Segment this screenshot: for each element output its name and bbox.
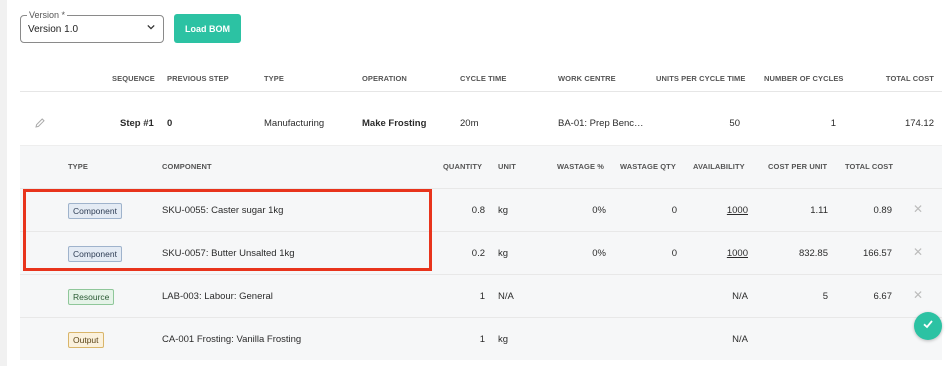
component-name: LAB-003: Labour: General xyxy=(162,291,273,302)
component-wastage-pct: 0% xyxy=(592,248,606,259)
step-units-per-cycle-time: 50 xyxy=(729,118,740,129)
component-wastage-pct: 0% xyxy=(592,205,606,216)
component-total-cost: 166.57 xyxy=(862,248,892,259)
component-wastage-qty: 0 xyxy=(671,205,677,216)
availability-link[interactable]: 1000 xyxy=(700,248,748,259)
step-type: Manufacturing xyxy=(264,118,325,129)
component-quantity: 0.8 xyxy=(471,205,485,216)
check-icon xyxy=(922,317,934,335)
col-number-of-cycles: NUMBER OF CYCLES xyxy=(764,74,844,83)
left-rail xyxy=(0,0,7,366)
component-row[interactable]: Resource LAB-003: Labour: General 1 N/A … xyxy=(20,274,942,317)
type-badge: Output xyxy=(68,332,104,348)
component-unit: kg xyxy=(498,334,509,345)
col-work-centre: WORK CENTRE xyxy=(558,74,616,83)
comp-col-wastage-qty: WASTAGE QTY xyxy=(620,162,676,171)
component-unit: N/A xyxy=(498,291,514,302)
comp-col-unit: UNIT xyxy=(498,162,516,171)
close-icon[interactable]: ✕ xyxy=(913,288,923,302)
component-row[interactable]: Output CA-001 Frosting: Vanilla Frosting… xyxy=(20,317,942,360)
pencil-icon[interactable] xyxy=(34,116,46,134)
load-bom-button[interactable]: Load BOM xyxy=(174,14,241,43)
component-quantity: 1 xyxy=(479,334,485,345)
component-cost-per-unit: 832.85 xyxy=(798,248,828,259)
component-total-cost: 6.67 xyxy=(873,291,893,302)
component-quantity: 0.2 xyxy=(471,248,485,259)
comp-col-type: TYPE xyxy=(68,162,88,171)
col-cycle-time: CYCLE TIME xyxy=(460,74,507,83)
step-operation: Make Frosting xyxy=(362,118,427,129)
step-previous-step: 0 xyxy=(167,118,173,129)
component-cost-per-unit: 5 xyxy=(822,291,828,302)
version-value: Version 1.0 xyxy=(28,24,79,35)
col-total-cost: TOTAL COST xyxy=(885,74,934,83)
col-sequence: SEQUENCE xyxy=(112,74,155,83)
availability-link[interactable]: 1000 xyxy=(700,205,748,216)
col-type: TYPE xyxy=(264,74,284,83)
component-header: TYPE COMPONENT QUANTITY UNIT WASTAGE % W… xyxy=(20,146,942,188)
comp-col-quantity: QUANTITY xyxy=(443,162,483,171)
col-previous-step: PREVIOUS STEP xyxy=(167,74,229,83)
component-unit: kg xyxy=(498,205,509,216)
component-total-cost: 0.89 xyxy=(873,205,893,216)
confirm-button[interactable] xyxy=(914,312,942,340)
type-badge: Resource xyxy=(68,289,115,305)
step-number-of-cycles: 1 xyxy=(830,118,836,129)
step-sequence: Step #1 xyxy=(120,118,154,129)
component-cost-per-unit: 1.11 xyxy=(810,205,828,216)
chevron-down-icon xyxy=(147,23,155,34)
step-total-cost: 174.12 xyxy=(904,118,934,129)
close-icon[interactable]: ✕ xyxy=(913,245,923,259)
comp-col-cost-per-unit: COST PER UNIT xyxy=(768,162,828,171)
close-icon[interactable]: ✕ xyxy=(913,202,923,216)
col-operation: OPERATION xyxy=(362,74,407,83)
step-cycle-time: 20m xyxy=(460,118,479,129)
step-work-centre: BA-01: Prep Benc… xyxy=(558,118,644,129)
component-wastage-qty: 0 xyxy=(671,248,677,259)
component-name: CA-001 Frosting: Vanilla Frosting xyxy=(162,334,302,345)
routing-header: SEQUENCE PREVIOUS STEP TYPE OPERATION CY… xyxy=(20,66,942,92)
highlight-box xyxy=(23,189,432,271)
routing-step-row[interactable]: Step #1 0 Manufacturing Make Frosting 20… xyxy=(20,100,942,146)
comp-col-component: COMPONENT xyxy=(162,162,212,171)
comp-col-availability: AVAILABILITY xyxy=(693,162,745,171)
component-availability: N/A xyxy=(732,291,748,302)
version-label: Version * xyxy=(27,9,68,21)
component-availability: N/A xyxy=(732,334,748,345)
component-unit: kg xyxy=(498,248,509,259)
version-select[interactable]: Version * Version 1.0 xyxy=(20,9,164,43)
comp-col-wastage-pct: WASTAGE % xyxy=(557,162,605,171)
comp-col-total-cost: TOTAL COST xyxy=(845,162,894,171)
component-quantity: 1 xyxy=(479,291,485,302)
col-units-per-cycle-time: UNITS PER CYCLE TIME xyxy=(656,74,746,83)
